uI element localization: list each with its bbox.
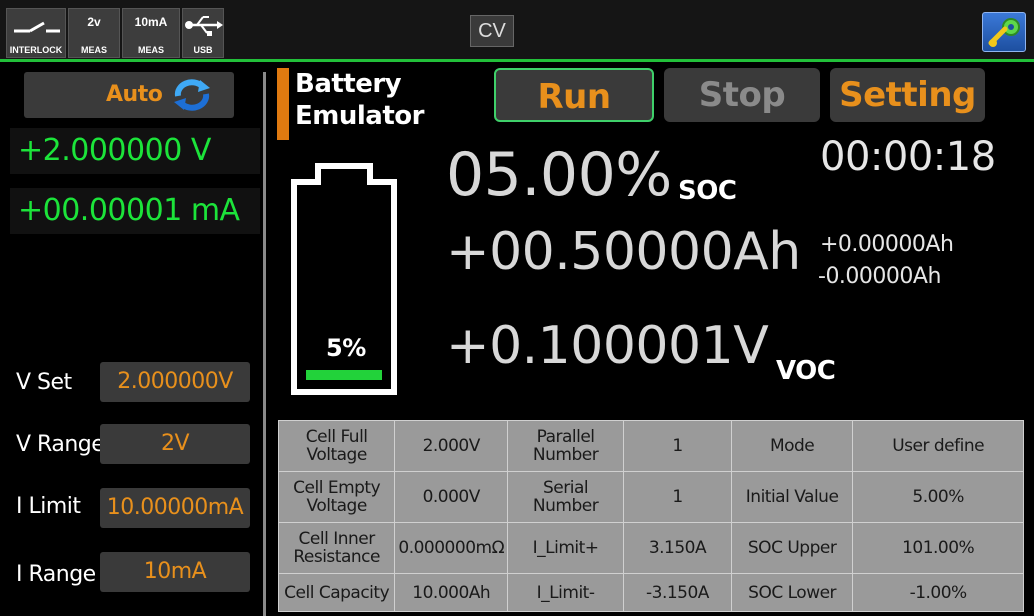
title-line-1: Battery <box>295 69 402 99</box>
meas-label: MEAS <box>137 45 164 55</box>
stop-button[interactable]: Stop <box>664 68 820 122</box>
auto-label: Auto <box>106 82 163 107</box>
i-limit-label: I Limit <box>16 494 81 519</box>
panel-divider <box>263 72 266 616</box>
param-value: -1.00% <box>852 573 1024 612</box>
interlock-label: INTERLOCK <box>9 45 63 55</box>
voltage-meas-indicator[interactable]: 2v MEAS <box>68 8 120 58</box>
param-label: SOC Upper <box>730 522 854 574</box>
i-range-label: I Range <box>16 562 96 587</box>
param-value: 3.150A <box>623 522 732 574</box>
battery-percent: 5% <box>326 334 366 362</box>
status-bar: INTERLOCK 2v MEAS 10mA MEAS USB CV <box>0 0 1034 62</box>
auto-range-button[interactable]: Auto <box>24 72 234 118</box>
i-limit-field[interactable]: 10.00000mA <box>100 488 250 528</box>
usb-icon <box>185 16 223 36</box>
soc-label: SOC <box>678 176 737 206</box>
table-row: Cell Inner Resistance 0.000000mΩ I_Limit+ 3… <box>277 522 1024 574</box>
table-row: Cell Capacity 10.000Ah I_Limit- -3.150A SOC … <box>277 573 1024 612</box>
capacity-minus: -0.00000Ah <box>818 264 941 289</box>
battery-level-fill <box>306 370 382 380</box>
elapsed-time: 00:00:18 <box>820 134 996 180</box>
title-line-2: Emulator <box>295 101 424 131</box>
meas-label: MEAS <box>80 45 107 55</box>
param-label: Parallel Number <box>507 420 624 472</box>
param-label: I_Limit+ <box>507 522 624 574</box>
voltage-readout: +2.000000 V <box>10 128 260 174</box>
capacity-plus: +0.00000Ah <box>820 232 954 257</box>
table-row: Cell Empty Voltage 0.000V Serial Number 1 In… <box>277 471 1024 523</box>
v-range-field[interactable]: 2V <box>100 424 250 464</box>
current-meas-indicator[interactable]: 10mA MEAS <box>122 8 180 58</box>
param-value: 5.00% <box>852 471 1024 523</box>
current-readout: +00.00001 mA <box>10 188 260 234</box>
param-value: 2.000V <box>394 420 509 472</box>
v-set-label: V Set <box>16 370 72 395</box>
param-value: 10.000Ah <box>394 573 509 612</box>
page-title: Battery Emulator <box>295 68 424 132</box>
battery-icon <box>291 163 397 395</box>
param-value: 0.000V <box>394 471 509 523</box>
i-range-field[interactable]: 10mA <box>100 552 250 592</box>
current-range-label: 10mA <box>134 15 168 29</box>
v-range-label: V Range <box>16 432 105 457</box>
param-label: Cell Empty Voltage <box>277 471 396 523</box>
capacity-value: +00.50000Ah <box>446 222 801 282</box>
param-value: User define <box>852 420 1024 472</box>
param-label: Serial Number <box>507 471 624 523</box>
interlock-indicator[interactable]: INTERLOCK <box>6 8 66 58</box>
param-label: Cell Full Voltage <box>277 420 396 472</box>
param-label: Cell Capacity <box>277 573 396 612</box>
usb-indicator[interactable]: USB <box>182 8 224 58</box>
title-accent <box>277 68 289 140</box>
param-label: Initial Value <box>730 471 854 523</box>
param-label: SOC Lower <box>730 573 854 612</box>
cv-mode-indicator: CV <box>470 15 514 47</box>
param-value: -3.150A <box>623 573 732 612</box>
tools-button[interactable] <box>982 12 1026 52</box>
param-label: Cell Inner Resistance <box>277 522 396 574</box>
voc-value: +0.100001V <box>446 316 769 376</box>
parameter-table: Cell Full Voltage 2.000V Parallel Number 1 M… <box>277 420 1024 612</box>
setting-button[interactable]: Setting <box>830 68 985 122</box>
switch-icon <box>14 21 60 33</box>
param-value: 0.000000mΩ <box>394 522 509 574</box>
refresh-icon <box>174 79 210 111</box>
param-value: 1 <box>623 420 732 472</box>
voc-label: VOC <box>776 356 836 386</box>
param-label: I_Limit- <box>507 573 624 612</box>
table-row: Cell Full Voltage 2.000V Parallel Number 1 M… <box>277 420 1024 472</box>
soc-value: 05.00% <box>446 140 672 210</box>
usb-label: USB <box>193 45 213 55</box>
param-value: 1 <box>623 471 732 523</box>
v-set-field[interactable]: 2.000000V <box>100 362 250 402</box>
voltage-range-label: 2v <box>87 15 101 29</box>
wrench-gear-icon <box>988 18 1020 47</box>
param-value: 101.00% <box>852 522 1024 574</box>
run-button[interactable]: Run <box>494 68 654 122</box>
param-label: Mode <box>730 420 854 472</box>
